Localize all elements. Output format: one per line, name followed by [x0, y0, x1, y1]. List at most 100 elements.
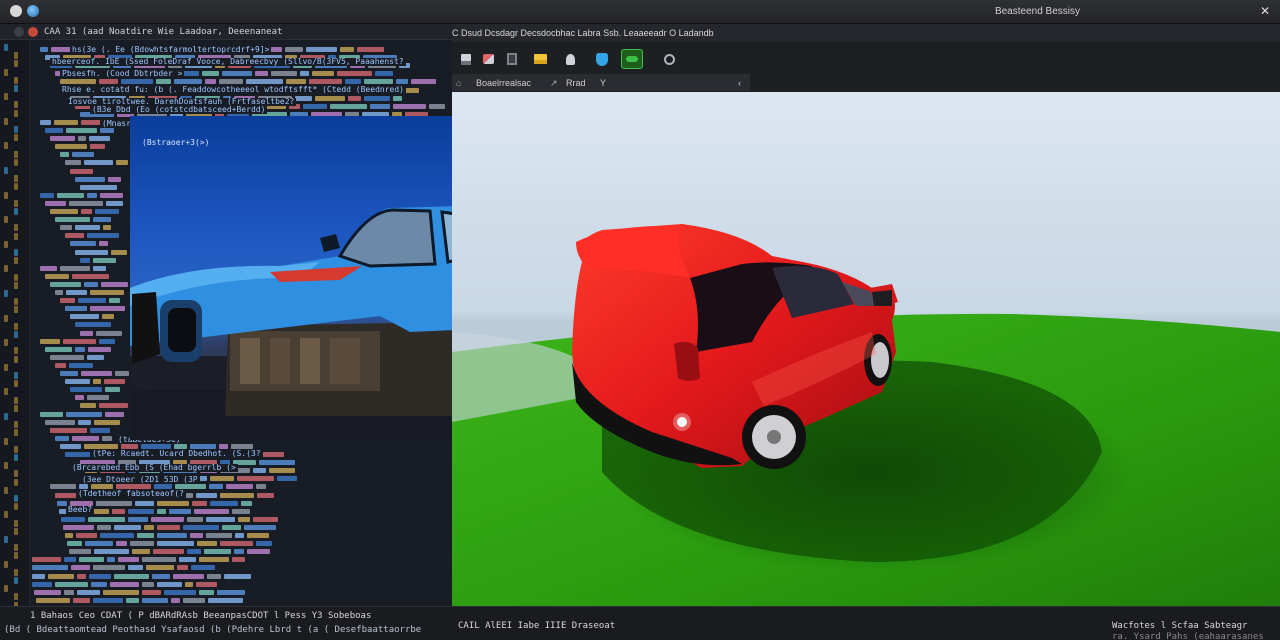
status-line1: 1 Bahaos Ceo CDAT ( P dBARdRAsb Beeanpas… — [30, 611, 372, 621]
gutter-marker — [14, 503, 18, 511]
gutter-marker — [14, 593, 18, 601]
save-button[interactable] — [456, 49, 476, 69]
code-editor[interactable]: CAA 31 (aad Noatdire Wie Laadoar, Deeena… — [0, 24, 452, 614]
tab-render[interactable]: Rrad — [566, 78, 586, 88]
camera-button[interactable] — [659, 49, 679, 69]
gutter-marker — [14, 158, 18, 166]
code-line — [50, 354, 107, 362]
title-bar: Beasteend Bessisy ✕ — [0, 0, 1280, 24]
code-token — [364, 79, 393, 85]
code-token — [93, 257, 116, 263]
code-line — [70, 313, 117, 321]
close-icon[interactable]: ✕ — [1260, 4, 1270, 18]
code-token — [60, 298, 75, 304]
code-token — [70, 168, 93, 174]
code-line — [65, 305, 128, 313]
gutter-marker — [14, 495, 18, 502]
shield-button[interactable] — [592, 49, 612, 69]
code-token — [196, 581, 217, 587]
code-token — [63, 338, 96, 344]
code-token — [99, 79, 118, 85]
code-line — [40, 192, 126, 200]
code-token — [102, 314, 114, 320]
folder-button[interactable] — [530, 49, 550, 69]
status-right1: Wacfotes l Scfaa Sabteagr — [1112, 621, 1248, 631]
code-token — [259, 460, 295, 466]
gutter-marker — [14, 109, 18, 117]
gamepad-button[interactable] — [621, 49, 643, 69]
code-token — [111, 249, 127, 255]
gutter-marker — [14, 85, 18, 92]
code-token — [77, 573, 86, 579]
code-token — [142, 597, 168, 603]
code-token — [63, 524, 94, 530]
code-token — [57, 192, 84, 198]
code-token — [271, 71, 297, 77]
code-line — [34, 589, 248, 597]
gutter-marker — [4, 167, 8, 174]
code-token — [84, 160, 113, 166]
code-line — [45, 200, 126, 208]
film-button[interactable] — [502, 49, 522, 69]
code-token — [396, 79, 408, 85]
gutter-marker — [4, 462, 8, 470]
status-middle: CAIL AlEEI Iabe IIIE Draseoat — [458, 621, 616, 631]
record-icon[interactable] — [28, 27, 38, 37]
code-token — [164, 589, 196, 595]
code-token — [91, 581, 107, 587]
code-token — [116, 160, 128, 166]
cloud-icon[interactable] — [10, 5, 22, 17]
code-token — [94, 549, 129, 555]
code-token — [55, 581, 88, 587]
code-token — [207, 573, 221, 579]
code-token — [210, 476, 234, 482]
gutter-marker — [14, 322, 18, 330]
home-icon[interactable]: ⌂ — [456, 78, 461, 88]
code-token — [204, 549, 231, 555]
code-token — [220, 492, 254, 498]
code-text-line: (Tdetheof fabsoteaof(? — [76, 489, 186, 498]
code-token — [100, 192, 123, 198]
code-line — [50, 135, 113, 143]
code-line — [70, 240, 111, 248]
code-token — [247, 533, 269, 538]
code-line — [45, 346, 114, 354]
code-token — [185, 492, 193, 498]
code-token — [429, 103, 445, 109]
code-token — [81, 209, 92, 214]
save-icon — [461, 53, 471, 65]
code-token — [241, 500, 252, 506]
code-token — [191, 565, 215, 571]
status-line2: (Bd ( Bdeattaomtead Peothasd Ysafaosd (b… — [4, 625, 422, 635]
collapse-icon[interactable]: ‹ — [738, 78, 741, 88]
status-right2: ra. Ysard Pahs (eahaarasanes — [1112, 632, 1264, 640]
code-token — [179, 557, 196, 563]
code-line — [75, 176, 124, 184]
code-token — [196, 492, 217, 498]
code-token — [151, 516, 184, 522]
code-token — [64, 557, 76, 563]
tab-scene[interactable]: Boaelrrealsac — [476, 78, 531, 88]
cut-button[interactable] — [478, 49, 498, 69]
code-token — [253, 468, 266, 474]
code-token — [61, 516, 85, 522]
eyedropper-button[interactable] — [560, 49, 580, 69]
eyedropper-icon — [565, 53, 575, 65]
code-token — [103, 225, 111, 231]
code-token — [115, 371, 129, 376]
globe-icon[interactable] — [27, 5, 39, 17]
code-token — [132, 549, 150, 555]
gutter-marker — [14, 76, 18, 84]
code-token — [157, 541, 194, 547]
gamepad-icon — [626, 56, 638, 62]
code-token — [393, 103, 426, 109]
code-token — [89, 573, 111, 579]
gutter-dot-icon — [14, 27, 24, 37]
code-token — [256, 484, 266, 490]
3d-viewport[interactable] — [452, 92, 1280, 614]
code-token — [65, 306, 87, 312]
code-token — [80, 403, 96, 409]
scissors-icon — [482, 54, 494, 64]
tab-other[interactable]: Y — [600, 78, 606, 88]
code-text-line: (Brcarebed Ebb (S (Ehad bgerrlb (> — [70, 463, 238, 472]
